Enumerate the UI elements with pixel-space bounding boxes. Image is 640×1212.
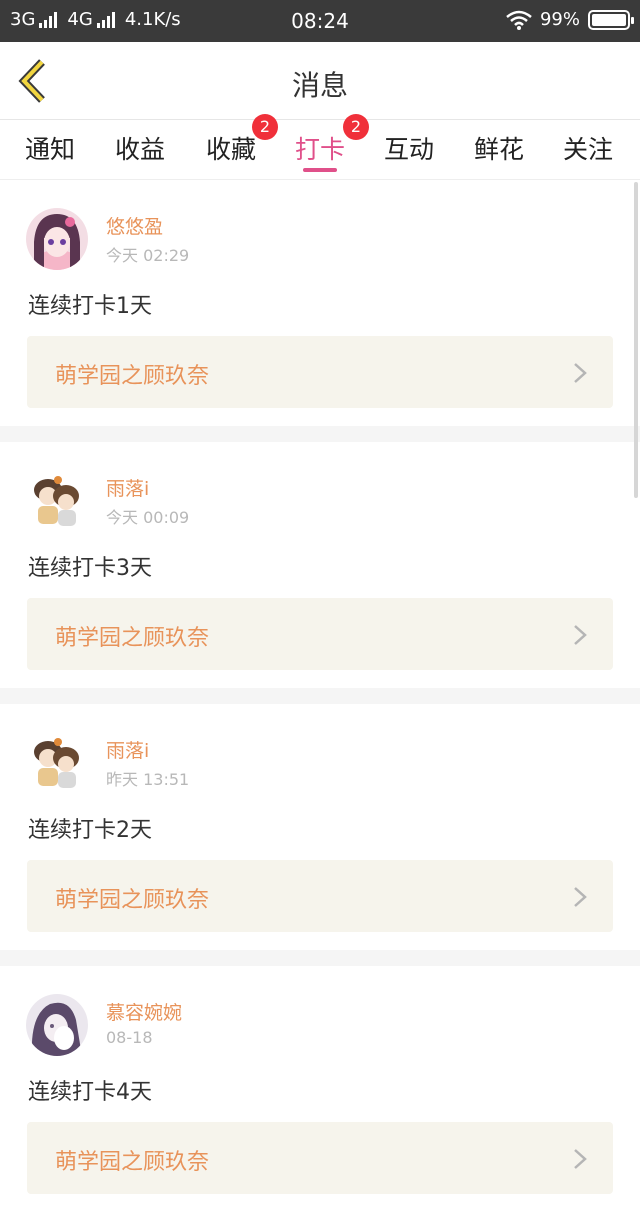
favorites-badge: 2 [252,114,278,140]
chevron-right-icon [574,625,587,645]
header: 消息 [0,42,640,120]
active-tab-indicator [303,168,337,172]
username[interactable]: 慕容婉婉 [106,998,182,1025]
username[interactable]: 悠悠盈 [106,212,163,239]
book-title: 萌学园之顾玖奈 [55,364,210,389]
list-item: 雨落i 今天 00:09 连续打卡3天 萌学园之顾玖奈 [0,442,640,688]
status-right: 99% [506,9,634,30]
book-link[interactable]: 萌学园之顾玖奈 [27,860,613,932]
chevron-right-icon [574,887,587,907]
username[interactable]: 雨落i [106,736,149,763]
book-link[interactable]: 萌学园之顾玖奈 [27,598,613,670]
tab-notice[interactable]: 通知 [10,130,90,166]
timestamp: 昨天 13:51 [106,770,190,789]
chevron-right-icon [574,363,587,383]
page-title: 消息 [291,69,348,102]
timestamp: 今天 02:29 [106,246,190,265]
wifi-icon [506,10,532,30]
status-bar: 3G 4G 4.1K/s 08:24 99% [0,0,640,42]
book-title: 萌学园之顾玖奈 [55,626,210,651]
tab-interaction[interactable]: 互动 [369,130,449,166]
checkin-badge: 2 [343,114,369,140]
tab-follow[interactable]: 关注 [548,130,628,166]
avatar[interactable] [26,994,88,1056]
tab-bar: 通知 收益 收藏 2 打卡 2 互动 鲜花 关注 [0,114,640,180]
battery-icon [588,9,634,30]
chevron-right-icon [574,1149,587,1169]
username[interactable]: 雨落i [106,474,149,501]
tab-flowers[interactable]: 鲜花 [459,130,539,166]
list-item: 悠悠盈 今天 02:29 连续打卡1天 萌学园之顾玖奈 [0,180,640,426]
checkin-message: 连续打卡4天 [28,1080,152,1105]
checkin-message: 连续打卡3天 [28,556,152,581]
checkin-message: 连续打卡2天 [28,818,152,843]
list-item: 慕容婉婉 08-18 连续打卡4天 萌学园之顾玖奈 [0,966,640,1212]
avatar[interactable] [26,208,88,270]
checkin-message: 连续打卡1天 [28,294,152,319]
list-item: 雨落i 昨天 13:51 连续打卡2天 萌学园之顾玖奈 [0,704,640,950]
book-link[interactable]: 萌学园之顾玖奈 [27,336,613,408]
avatar[interactable] [26,732,88,794]
tab-earnings[interactable]: 收益 [100,130,180,166]
avatar[interactable] [26,470,88,532]
book-title: 萌学园之顾玖奈 [55,888,210,913]
book-link[interactable]: 萌学园之顾玖奈 [27,1122,613,1194]
timestamp: 今天 00:09 [106,508,190,527]
book-title: 萌学园之顾玖奈 [55,1150,210,1175]
battery-percent: 99% [539,9,580,30]
scrollbar[interactable] [634,182,638,498]
timestamp: 08-18 [106,1028,153,1047]
